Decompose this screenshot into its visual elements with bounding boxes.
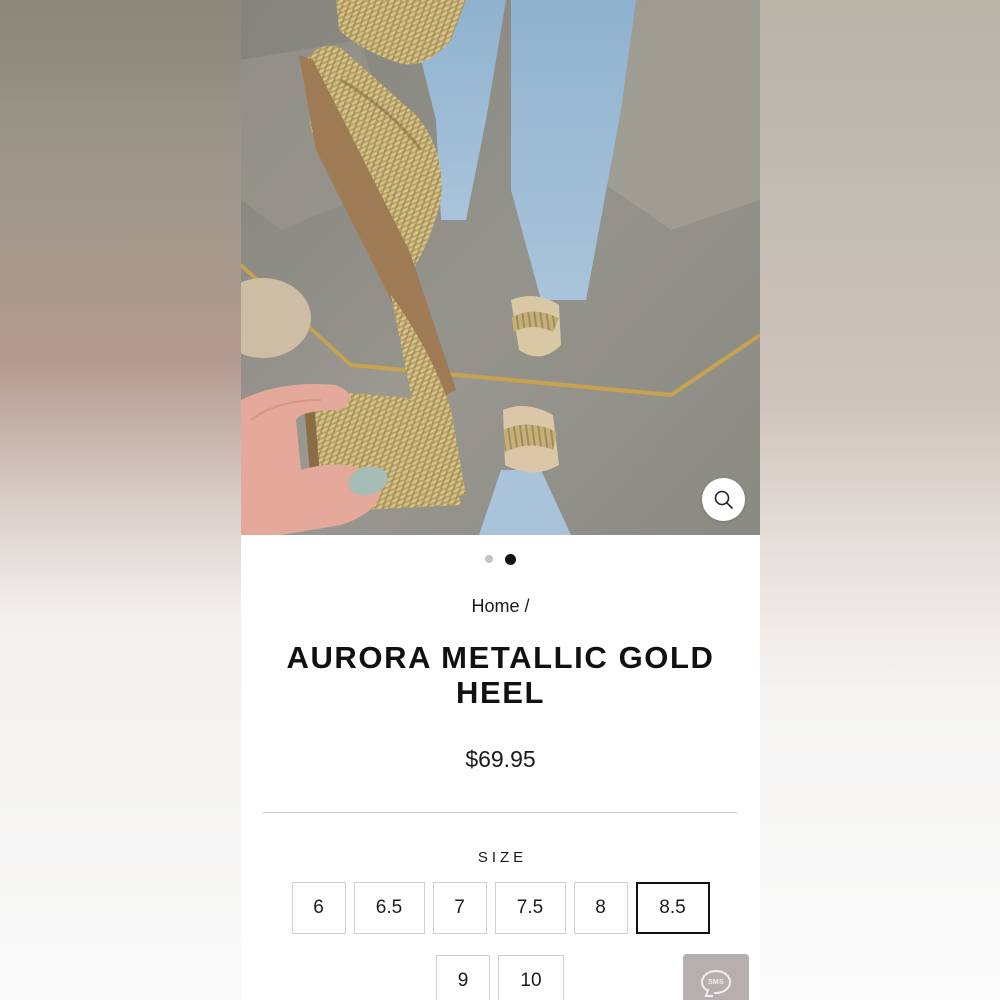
product-price: $69.95 [465,746,536,772]
zoom-button[interactable] [702,478,745,521]
background-blur-right [760,0,1000,1000]
sms-button[interactable]: SMS [683,954,749,1000]
product-image[interactable] [241,0,760,535]
sms-label: SMS [707,978,725,986]
product-title: AURORA METALLIC GOLD HEEL [286,640,715,710]
size-option-7-5[interactable]: 7.5 [494,882,566,934]
size-option-6-5[interactable]: 6.5 [353,882,425,934]
size-option-9[interactable]: 9 [436,955,490,1000]
product-photo [241,0,760,535]
size-option-8-5-selected[interactable]: 8.5 [635,882,710,934]
gallery-dot-active[interactable] [505,553,516,565]
size-option-10[interactable]: 10 [498,955,564,1000]
size-option-8[interactable]: 8 [573,882,628,934]
size-options-row: 6 6.5 7 7.5 8 8.5 [241,882,760,934]
size-option-7[interactable]: 7 [432,882,487,934]
size-label: SIZE [477,849,528,866]
size-option-6[interactable]: 6 [291,882,346,934]
gallery-pagination [241,552,760,566]
breadcrumb[interactable]: Home / [241,596,760,617]
background-blur-left [0,0,241,1000]
gallery-dot[interactable] [485,555,493,563]
product-page: Home / AURORA METALLIC GOLD HEEL $69.95 … [241,0,760,1000]
search-icon [714,490,733,509]
chat-bubble-icon: SMS [701,970,731,994]
divider [263,812,737,813]
